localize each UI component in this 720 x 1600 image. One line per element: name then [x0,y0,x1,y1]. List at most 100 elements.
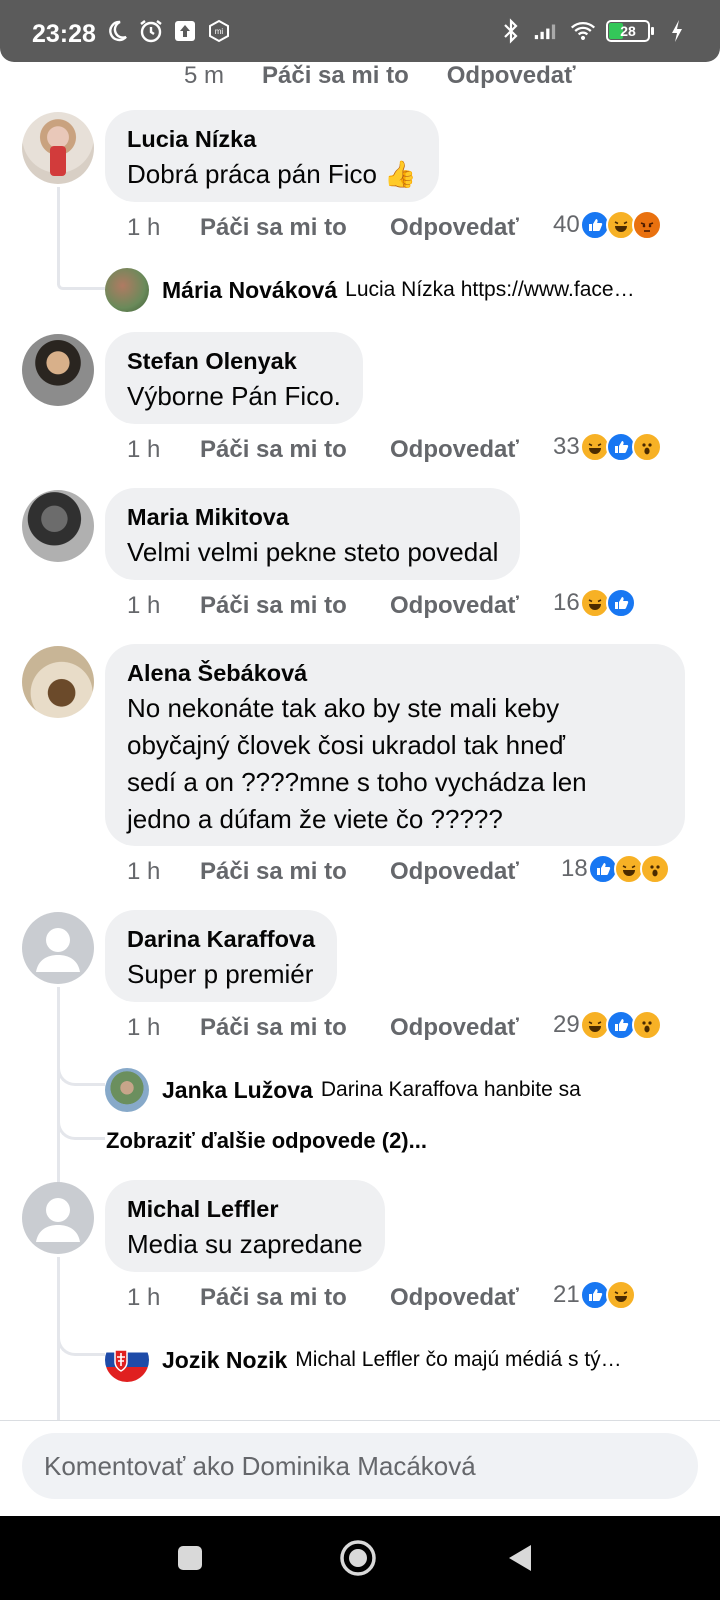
comments-feed[interactable]: 5 m Páči sa mi to Odpovedať Lucia Nízka … [0,62,720,1420]
comment-text: Media su zapredane [127,1229,363,1259]
reaction-count: 16 [553,589,580,616]
avatar[interactable] [22,1182,94,1254]
comment-actions: 1 h Páči sa mi to Odpovedať 29 [127,1010,687,1046]
reply-preview[interactable]: Jozik Nozik Michal Leffler čo majú médiá… [162,1338,682,1382]
recent-apps-icon[interactable] [168,1536,212,1580]
reply-button[interactable]: Odpovedať [390,858,519,886]
reaction-summary[interactable]: 18 [561,854,670,884]
angry-reaction-icon [631,210,662,240]
svg-text:mi: mi [215,27,224,36]
reaction-summary[interactable]: 21 [553,1280,636,1310]
status-bar: 23:28 mi 28 [0,0,720,62]
comment-bubble[interactable]: Lucia Nízka Dobrá práca pán Fico 👍 [105,110,439,202]
comment-input[interactable]: Komentovať ako Dominika Macáková [22,1433,698,1499]
comment-bubble[interactable]: Stefan Olenyak Výborne Pán Fico. [105,332,363,424]
comment-actions: 1 h Páči sa mi to Odpovedať 16 [127,588,687,624]
mi-icon: mi [206,18,232,44]
comment-text: Dobrá práca pán Fico 👍 [127,159,417,189]
comment-author[interactable]: Michal Leffler [127,1194,363,1224]
avatar[interactable] [22,646,94,718]
avatar[interactable] [105,268,149,312]
wow-reaction-icon [631,1010,662,1040]
reaction-count: 40 [553,211,580,238]
comment-bubble[interactable]: Maria Mikitova Velmi velmi pekne steto p… [105,488,521,580]
comment-time: 1 h [127,1014,161,1041]
haha-reaction-icon [605,1280,636,1310]
comment-bubble[interactable]: Darina Karaffova Super p premiér [105,910,338,1002]
comment-time: 1 h [127,1284,161,1311]
comment-actions: 1 h Páči sa mi to Odpovedať 40 [127,210,687,246]
avatar[interactable] [105,1338,149,1382]
reaction-summary[interactable]: 33 [553,432,662,462]
comment-author[interactable]: Lucia Nízka [127,124,417,154]
reaction-count: 29 [553,1011,580,1038]
comment-time: 1 h [127,214,161,241]
like-button[interactable]: Páči sa mi to [200,214,347,242]
comment-text: Super p premiér [127,959,314,989]
avatar[interactable] [22,112,94,184]
reaction-count: 21 [553,1281,580,1308]
reply-text: Lucia Nízka https://www.face… [345,278,635,301]
charging-icon [664,18,690,44]
like-reaction-icon [605,588,636,618]
home-icon[interactable] [336,1536,380,1580]
comment-bubble[interactable]: Michal Leffler Media su zapredane [105,1180,385,1272]
status-time: 23:28 [32,20,96,48]
signal-icon [534,18,560,44]
avatar[interactable] [22,334,94,406]
reply-preview[interactable]: Janka Lužova Darina Karaffova hanbite sa [162,1068,682,1112]
moon-icon [104,18,130,44]
reply-author[interactable]: Jozik Nozik [162,1347,287,1374]
like-button[interactable]: Páči sa mi to [200,592,347,620]
like-button[interactable]: Páči sa mi to [262,62,409,89]
reply-author[interactable]: Janka Lužova [162,1077,313,1104]
reaction-count: 33 [553,433,580,460]
back-icon[interactable] [498,1536,542,1580]
avatar[interactable] [105,1068,149,1112]
like-button[interactable]: Páči sa mi to [200,1284,347,1312]
alarm-icon [138,18,164,44]
comment-actions: 1 h Páči sa mi to Odpovedať 21 [127,1280,687,1316]
comment-time: 5 m [184,62,225,89]
comment-bubble[interactable]: Alena Šebáková No nekonáte tak ako by st… [105,644,685,846]
comment-author[interactable]: Stefan Olenyak [127,346,341,376]
bluetooth-icon [498,18,524,44]
comment-time: 1 h [127,858,161,885]
reaction-summary[interactable]: 29 [553,1010,662,1040]
previous-comment-actions: 5 m Páči sa mi to Odpovedať [184,62,576,89]
reply-button[interactable]: Odpovedať [390,1284,519,1312]
system-nav-bar [0,1516,720,1600]
like-button[interactable]: Páči sa mi to [200,436,347,464]
reply-button[interactable]: Odpovedať [447,62,576,89]
reply-text: Michal Leffler čo majú médiá s tý… [295,1348,622,1371]
comment-time: 1 h [127,436,161,463]
reaction-summary[interactable]: 40 [553,210,662,240]
reply-button[interactable]: Odpovedať [390,436,519,464]
wow-reaction-icon [631,432,662,462]
like-button[interactable]: Páči sa mi to [200,858,347,886]
reply-text: Darina Karaffova hanbite sa [320,1078,581,1101]
comment-author[interactable]: Darina Karaffova [127,924,315,954]
view-more-replies-link[interactable]: Zobraziť ďalšie odpovede (2)... [106,1128,427,1154]
like-button[interactable]: Páči sa mi to [200,1014,347,1042]
reply-author[interactable]: Mária Nováková [162,277,337,304]
comment-author[interactable]: Alena Šebáková [127,658,663,688]
comment-text-line: obyčajný človek čosi ukradol tak hneď [127,730,565,760]
reaction-summary[interactable]: 16 [553,588,636,618]
avatar[interactable] [22,490,94,562]
comment-composer: Komentovať ako Dominika Macáková [0,1420,720,1516]
comment-text-line: sedí a on ????mne s toho vychádza len [127,767,587,797]
upload-icon [172,18,198,44]
wow-reaction-icon [639,854,670,884]
reply-button[interactable]: Odpovedať [390,214,519,242]
comment-author[interactable]: Maria Mikitova [127,502,498,532]
comment-text-line: No nekonáte tak ako by ste mali keby [127,693,560,723]
reaction-count: 18 [561,855,588,882]
reply-preview[interactable]: Mária Nováková Lucia Nízka https://www.f… [162,268,682,312]
reply-button[interactable]: Odpovedať [390,1014,519,1042]
comment-actions: 1 h Páči sa mi to Odpovedať 18 [127,854,687,890]
avatar[interactable] [22,912,94,984]
battery-level: 28 [620,23,636,39]
reply-button[interactable]: Odpovedať [390,592,519,620]
comment-text-line: jedno a dúfam že viete čo ????? [127,804,503,834]
